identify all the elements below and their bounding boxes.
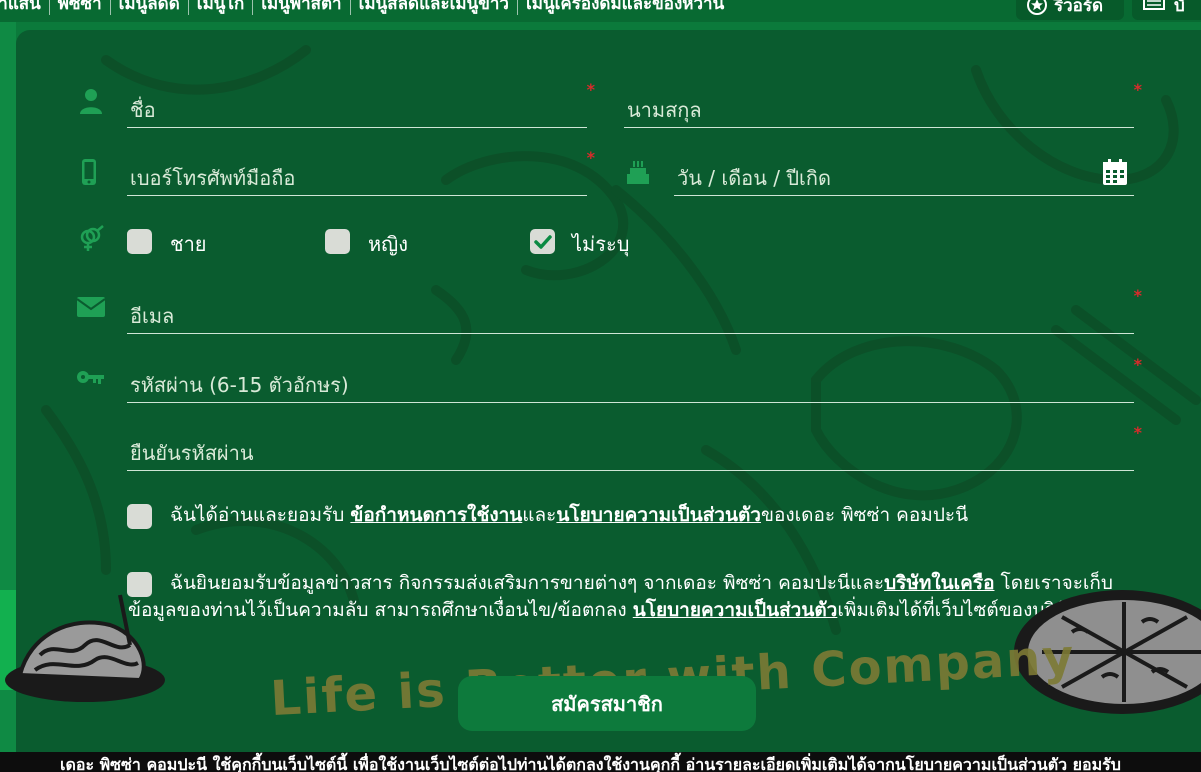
gender-female-checkbox[interactable]	[325, 229, 350, 254]
terms-consent-and: และ	[522, 504, 557, 526]
required-mark: *	[1133, 355, 1142, 374]
terms-consent-checkbox[interactable]	[127, 504, 152, 529]
privacy-policy-link-2[interactable]: นโยบายความเป็นส่วนตัว	[633, 599, 838, 621]
terms-consent-prefix: ฉันได้อ่านและยอมรับ	[170, 504, 351, 526]
gender-icon	[76, 224, 106, 254]
email-field[interactable]: อีเมล *	[127, 286, 1142, 334]
checkmark-icon	[533, 234, 552, 249]
last-name-field[interactable]: นามสกุล *	[624, 80, 1142, 128]
cart-button[interactable]: บั	[1132, 0, 1201, 20]
cookie-notice-text: เดอะ พิซซ่า คอมปะนี ใช้คุกกี้บนเว็บไซต์น…	[60, 755, 1121, 772]
email-placeholder: อีเมล	[130, 304, 175, 328]
calendar-icon[interactable]	[1102, 158, 1128, 190]
menu-item-salad-rice[interactable]: เมนูสลัดและเมนูข้าว	[351, 0, 518, 15]
marketing-consent-prefix: ฉันยินยอมรับข้อมูลข่าวสาร กิจกรรมส่งเสริ…	[170, 572, 885, 594]
password-placeholder: รหัสผ่าน (6-15 ตัวอักษร)	[130, 373, 349, 397]
birthday-field[interactable]: วัน / เดือน / ปีเกิด	[674, 156, 1134, 196]
password-field[interactable]: รหัสผ่าน (6-15 ตัวอักษร) *	[127, 355, 1142, 403]
gender-male-checkbox[interactable]	[127, 229, 152, 254]
menu-item-pizza[interactable]: พิซซ่า	[50, 0, 111, 15]
menu-item-sides[interactable]: เมนูลัดดี	[111, 0, 189, 15]
gender-unspecified-label: ไม่ระบุ	[572, 232, 630, 256]
category-menu: ูกำแสน พิซซ่า เมนูลัดดี เมนูไก่ เมนูพาสต…	[0, 0, 732, 15]
affiliates-link[interactable]: บริษัทในเครือ	[884, 572, 994, 594]
mobile-phone-icon	[74, 157, 104, 187]
confirm-password-field[interactable]: ยืนยันรหัสผ่าน *	[127, 423, 1142, 471]
first-name-field[interactable]: ชื่อ *	[127, 80, 595, 128]
key-icon	[76, 362, 106, 392]
gender-unspecified-checkbox[interactable]	[530, 229, 555, 254]
gender-female-label: หญิง	[368, 232, 408, 256]
phone-field[interactable]: เบอร์โทรศัพท์มือถือ *	[127, 148, 595, 196]
required-mark: *	[586, 80, 595, 99]
first-name-placeholder: ชื่อ	[130, 98, 156, 122]
terms-consent-suffix: ของเดอะ พิซซ่า คอมปะนี	[760, 504, 969, 526]
menu-item-chicken[interactable]: เมนูไก่	[189, 0, 254, 15]
user-icon	[76, 86, 106, 116]
required-mark: *	[1133, 423, 1142, 442]
noodle-plate-illustration	[5, 594, 165, 702]
cart-label: บั	[1174, 0, 1185, 16]
envelope-icon	[76, 292, 106, 322]
marketing-consent-text: ฉันยินยอมรับข้อมูลข่าวสาร กิจกรรมส่งเสริ…	[128, 570, 1138, 624]
top-navigation: ูกำแสน พิซซ่า เมนูลัดดี เมนูไก่ เมนูพาสต…	[0, 0, 1201, 22]
menu-item-drinks-desserts[interactable]: เมนูเครื่องดื่มและของหวาน	[518, 0, 732, 15]
birthday-placeholder: วัน / เดือน / ปีเกิด	[677, 166, 831, 190]
star-badge-icon	[1027, 0, 1047, 15]
cookie-notice-bar: เดอะ พิซซ่า คอมปะนี ใช้คุกกี้บนเว็บไซต์น…	[0, 752, 1201, 772]
confirm-password-placeholder: ยืนยันรหัสผ่าน	[130, 441, 254, 465]
required-mark: *	[1133, 80, 1142, 99]
register-button[interactable]: สมัครสมาชิก	[458, 676, 756, 731]
birthday-cake-icon	[623, 157, 653, 187]
required-mark: *	[586, 148, 595, 167]
rewards-button[interactable]: รีวอร์ด	[1016, 0, 1124, 20]
privacy-policy-link[interactable]: นโยบายความเป็นส่วนตัว	[556, 504, 761, 526]
required-mark: *	[1133, 286, 1142, 305]
cart-icon	[1143, 0, 1165, 10]
terms-of-use-link[interactable]: ข้อกำหนดการใช้งาน	[350, 504, 522, 526]
terms-consent-text: ฉันได้อ่านและยอมรับ ข้อกำหนดการใช้งานและ…	[170, 502, 1150, 529]
menu-item-promo[interactable]: ูกำแสน	[0, 0, 50, 15]
rewards-label: รีวอร์ด	[1054, 0, 1104, 16]
gender-male-label: ชาย	[170, 232, 207, 256]
last-name-placeholder: นามสกุล	[627, 98, 702, 122]
menu-item-pasta[interactable]: เมนูพาสต้า	[253, 0, 351, 15]
phone-placeholder: เบอร์โทรศัพท์มือถือ	[130, 166, 296, 190]
